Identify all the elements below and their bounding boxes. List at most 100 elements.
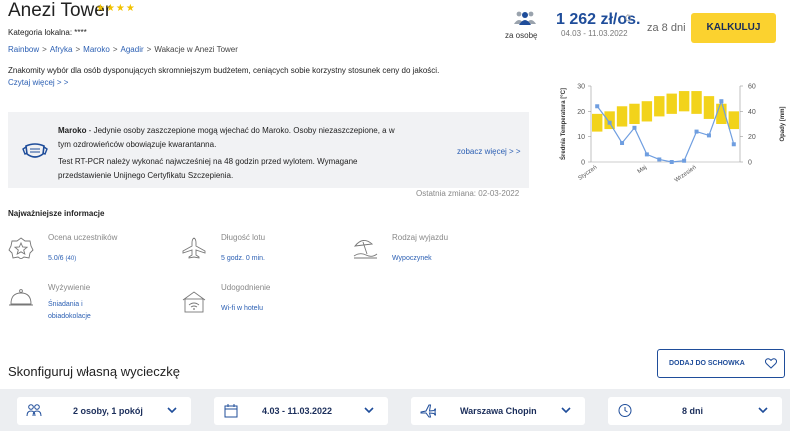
chevron-down-icon xyxy=(758,407,768,414)
fact-label: Udogodnienie xyxy=(221,283,271,292)
temperature-bar xyxy=(666,93,677,114)
precipitation-point xyxy=(719,99,724,104)
temperature-bar xyxy=(678,91,690,112)
fact-rating: Ocena uczestników 5.0/6 (40) xyxy=(8,233,158,267)
precipitation-point xyxy=(620,141,625,145)
x-tick-label: Maj xyxy=(637,165,648,175)
y-tick-label-left: 10 xyxy=(577,134,585,141)
fact-label: Długość lotu xyxy=(221,233,266,242)
entry-rules-text: Maroko - Jedynie osoby zaszczepione mogą… xyxy=(58,124,398,152)
departure-airport-value: Warszawa Chopin xyxy=(460,406,537,416)
temperature-bar xyxy=(691,91,702,114)
airplane-icon xyxy=(182,237,206,259)
wifi-icon xyxy=(182,291,206,313)
flight-duration-value: 5 godz. 0 min. xyxy=(221,255,265,262)
temperature-bar xyxy=(592,113,603,132)
hotel-description: Znakomity wybór dla osób dysponujących s… xyxy=(8,66,440,75)
meals-value-line2: obiadokolacje xyxy=(48,313,91,320)
local-category: Kategoria lokalna: **** xyxy=(8,28,87,37)
breadcrumb: Rainbow > Afryka > Maroko > Agadir > Wakacje w A… xyxy=(8,45,238,54)
precipitation-point xyxy=(632,125,637,130)
precipitation-point xyxy=(682,158,687,163)
trip-length: za 8 dni xyxy=(647,22,686,34)
last-change-date: Ostatnia zmiana: 02-03-2022 xyxy=(416,189,520,198)
y-tick-label-left: 30 xyxy=(577,84,585,91)
people-icon xyxy=(26,404,42,417)
read-more-link[interactable]: Czytaj więcej > > xyxy=(8,78,68,87)
y-tick-label-left: 0 xyxy=(581,160,585,167)
face-mask-icon xyxy=(22,143,48,158)
precipitation-point xyxy=(731,142,736,147)
add-to-clipboard-button[interactable]: DODAJ DO SCHOWKA xyxy=(657,349,785,378)
breadcrumb-rainbow[interactable]: Rainbow xyxy=(8,45,39,54)
beach-umbrella-icon xyxy=(353,240,378,259)
y-tick-label-right: 0 xyxy=(748,160,752,167)
precipitation-point xyxy=(706,133,711,138)
fact-flight-duration: Długość lotu 5 godz. 0 min. xyxy=(181,233,331,267)
y-tick-label-right: 40 xyxy=(748,109,756,116)
entry-rules: - Jedynie osoby zaszczepione mogą wjecha… xyxy=(58,126,395,149)
key-info-heading: Najważniejsze informacje xyxy=(8,209,105,218)
travelers-selector[interactable]: 2 osoby, 1 pokój xyxy=(17,397,191,425)
meals-value: Śniadania i obiadokolacje xyxy=(48,299,91,323)
precipitation-point xyxy=(657,157,662,162)
climate-chart: 30201006040200Styczeń Maj WrzesieńŚrednia … xyxy=(560,84,786,184)
y-tick-label-right: 20 xyxy=(748,134,756,141)
clock-icon xyxy=(618,404,632,417)
temperature-bar xyxy=(703,96,715,119)
y-tick-label-right: 60 xyxy=(748,84,756,91)
price-suffix: Ö xyxy=(625,14,632,23)
chevron-down-icon xyxy=(561,407,571,414)
chevron-down-icon xyxy=(167,407,177,414)
fact-label: Wyżywienie xyxy=(48,283,91,292)
pcr-test-text: Test RT-PCR należy wykonać najwcześniej … xyxy=(58,157,358,180)
precipitation-point xyxy=(644,152,649,157)
travel-info-box: Maroko - Jedynie osoby zaszczepione mogą… xyxy=(8,112,529,188)
y-axis-label-right: Opady [mm] xyxy=(780,106,786,141)
temperature-bar xyxy=(728,111,739,130)
chevron-down-icon xyxy=(364,407,374,414)
fact-trip-type: Rodzaj wyjazdu Wypoczynek xyxy=(352,233,502,267)
calendar-icon xyxy=(224,404,238,418)
temperature-bar xyxy=(654,96,665,117)
temperature-bar xyxy=(604,111,615,130)
y-tick-label-left: 20 xyxy=(577,109,585,116)
dish-icon xyxy=(9,289,33,306)
amenity-value: Wi-fi w hotelu xyxy=(221,305,264,312)
dates-selector[interactable]: 4.03 - 11.03.2022 xyxy=(214,397,388,425)
dates-value: 4.03 - 11.03.2022 xyxy=(262,406,333,416)
precipitation-point xyxy=(694,129,699,134)
add-to-clipboard-label: DODAJ DO SCHOWKA xyxy=(669,360,745,367)
duration-selector[interactable]: 8 dni xyxy=(608,397,782,425)
travelers-value: 2 osoby, 1 pokój xyxy=(73,406,143,416)
x-tick-label: Styczeń xyxy=(577,165,598,182)
see-more-link[interactable]: zobacz więcej > > xyxy=(457,147,521,156)
rating-count: (40) xyxy=(65,256,77,262)
people-icon xyxy=(514,11,536,25)
temperature-bar xyxy=(641,101,653,122)
departure-airport-selector[interactable]: Warszawa Chopin xyxy=(411,397,585,425)
fact-label: Ocena uczestników xyxy=(48,233,118,242)
hotel-stars: ★★★★ xyxy=(96,3,136,14)
precipitation-point xyxy=(669,160,674,164)
star-badge-icon xyxy=(8,237,34,259)
precipitation-point xyxy=(607,120,612,125)
calculate-button[interactable]: KALKULUJ xyxy=(691,13,776,43)
per-person-label: za osobę xyxy=(505,31,538,40)
heart-icon xyxy=(765,358,777,369)
breadcrumb-afryka[interactable]: Afryka xyxy=(50,45,73,54)
precipitation-point xyxy=(595,104,600,109)
plane-icon xyxy=(420,404,436,418)
breadcrumb-maroko[interactable]: Maroko xyxy=(83,45,110,54)
temperature-bar xyxy=(616,106,628,127)
fact-label: Rodzaj wyjazdu xyxy=(392,233,449,242)
fact-meals: Wyżywienie Śniadania i obiadokolacje xyxy=(8,283,158,327)
rating-value: 5.0/6 (40) xyxy=(48,253,76,265)
breadcrumb-agadir[interactable]: Agadir xyxy=(121,45,144,54)
temperature-bar xyxy=(629,103,640,124)
configure-trip-title: Skonfiguruj własną wycieczkę xyxy=(8,364,180,379)
country-name: Maroko xyxy=(58,126,87,135)
duration-value: 8 dni xyxy=(682,406,704,416)
breadcrumb-current: Wakacje w Anezi Tower xyxy=(154,45,238,54)
trip-type-value: Wypoczynek xyxy=(392,255,432,262)
